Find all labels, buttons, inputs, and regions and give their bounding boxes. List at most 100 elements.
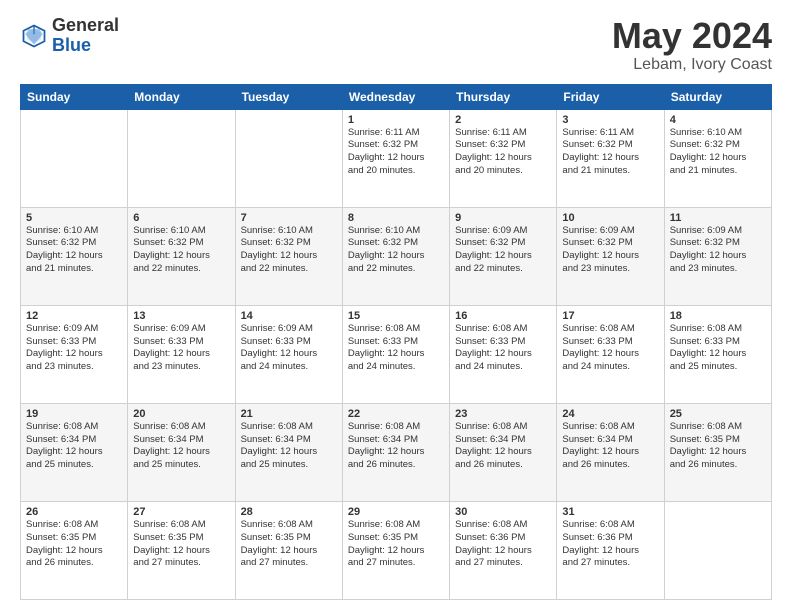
day-info: Sunrise: 6:09 AM Sunset: 6:32 PM Dayligh… bbox=[670, 225, 766, 276]
day-info: Sunrise: 6:08 AM Sunset: 6:35 PM Dayligh… bbox=[133, 519, 229, 570]
day-info: Sunrise: 6:08 AM Sunset: 6:33 PM Dayligh… bbox=[670, 323, 766, 374]
day-number: 7 bbox=[241, 212, 337, 224]
day-info: Sunrise: 6:09 AM Sunset: 6:33 PM Dayligh… bbox=[241, 323, 337, 374]
page-header: General Blue May 2024 Lebam, Ivory Coast bbox=[20, 16, 772, 74]
table-row: 31Sunrise: 6:08 AM Sunset: 6:36 PM Dayli… bbox=[557, 501, 664, 599]
day-number: 21 bbox=[241, 408, 337, 420]
day-number: 1 bbox=[348, 114, 444, 126]
table-row: 25Sunrise: 6:08 AM Sunset: 6:35 PM Dayli… bbox=[664, 403, 771, 501]
calendar-week-row: 1Sunrise: 6:11 AM Sunset: 6:32 PM Daylig… bbox=[21, 109, 772, 207]
table-row: 14Sunrise: 6:09 AM Sunset: 6:33 PM Dayli… bbox=[235, 305, 342, 403]
day-info: Sunrise: 6:08 AM Sunset: 6:34 PM Dayligh… bbox=[348, 421, 444, 472]
day-info: Sunrise: 6:11 AM Sunset: 6:32 PM Dayligh… bbox=[348, 127, 444, 178]
day-number: 22 bbox=[348, 408, 444, 420]
table-row: 29Sunrise: 6:08 AM Sunset: 6:35 PM Dayli… bbox=[342, 501, 449, 599]
calendar-header-row: Sunday Monday Tuesday Wednesday Thursday… bbox=[21, 84, 772, 109]
table-row: 22Sunrise: 6:08 AM Sunset: 6:34 PM Dayli… bbox=[342, 403, 449, 501]
day-number: 15 bbox=[348, 310, 444, 322]
day-info: Sunrise: 6:10 AM Sunset: 6:32 PM Dayligh… bbox=[241, 225, 337, 276]
day-number: 30 bbox=[455, 506, 551, 518]
table-row: 12Sunrise: 6:09 AM Sunset: 6:33 PM Dayli… bbox=[21, 305, 128, 403]
day-info: Sunrise: 6:08 AM Sunset: 6:35 PM Dayligh… bbox=[26, 519, 122, 570]
table-row: 23Sunrise: 6:08 AM Sunset: 6:34 PM Dayli… bbox=[450, 403, 557, 501]
col-sunday: Sunday bbox=[21, 84, 128, 109]
col-thursday: Thursday bbox=[450, 84, 557, 109]
logo-icon bbox=[20, 22, 48, 50]
table-row: 3Sunrise: 6:11 AM Sunset: 6:32 PM Daylig… bbox=[557, 109, 664, 207]
day-info: Sunrise: 6:08 AM Sunset: 6:34 PM Dayligh… bbox=[133, 421, 229, 472]
table-row: 7Sunrise: 6:10 AM Sunset: 6:32 PM Daylig… bbox=[235, 207, 342, 305]
logo-text: General Blue bbox=[52, 16, 119, 56]
table-row: 10Sunrise: 6:09 AM Sunset: 6:32 PM Dayli… bbox=[557, 207, 664, 305]
table-row: 30Sunrise: 6:08 AM Sunset: 6:36 PM Dayli… bbox=[450, 501, 557, 599]
day-number: 11 bbox=[670, 212, 766, 224]
col-saturday: Saturday bbox=[664, 84, 771, 109]
day-info: Sunrise: 6:09 AM Sunset: 6:33 PM Dayligh… bbox=[26, 323, 122, 374]
table-row: 4Sunrise: 6:10 AM Sunset: 6:32 PM Daylig… bbox=[664, 109, 771, 207]
month-title: May 2024 bbox=[612, 16, 772, 56]
table-row: 18Sunrise: 6:08 AM Sunset: 6:33 PM Dayli… bbox=[664, 305, 771, 403]
table-row: 21Sunrise: 6:08 AM Sunset: 6:34 PM Dayli… bbox=[235, 403, 342, 501]
table-row: 17Sunrise: 6:08 AM Sunset: 6:33 PM Dayli… bbox=[557, 305, 664, 403]
table-row: 26Sunrise: 6:08 AM Sunset: 6:35 PM Dayli… bbox=[21, 501, 128, 599]
table-row: 13Sunrise: 6:09 AM Sunset: 6:33 PM Dayli… bbox=[128, 305, 235, 403]
calendar-week-row: 26Sunrise: 6:08 AM Sunset: 6:35 PM Dayli… bbox=[21, 501, 772, 599]
table-row: 20Sunrise: 6:08 AM Sunset: 6:34 PM Dayli… bbox=[128, 403, 235, 501]
calendar-table: Sunday Monday Tuesday Wednesday Thursday… bbox=[20, 84, 772, 600]
col-friday: Friday bbox=[557, 84, 664, 109]
table-row bbox=[235, 109, 342, 207]
day-number: 29 bbox=[348, 506, 444, 518]
day-info: Sunrise: 6:11 AM Sunset: 6:32 PM Dayligh… bbox=[562, 127, 658, 178]
day-number: 8 bbox=[348, 212, 444, 224]
day-info: Sunrise: 6:08 AM Sunset: 6:36 PM Dayligh… bbox=[562, 519, 658, 570]
table-row: 1Sunrise: 6:11 AM Sunset: 6:32 PM Daylig… bbox=[342, 109, 449, 207]
day-number: 10 bbox=[562, 212, 658, 224]
table-row: 5Sunrise: 6:10 AM Sunset: 6:32 PM Daylig… bbox=[21, 207, 128, 305]
day-number: 13 bbox=[133, 310, 229, 322]
day-info: Sunrise: 6:08 AM Sunset: 6:34 PM Dayligh… bbox=[26, 421, 122, 472]
day-info: Sunrise: 6:08 AM Sunset: 6:34 PM Dayligh… bbox=[455, 421, 551, 472]
calendar-week-row: 12Sunrise: 6:09 AM Sunset: 6:33 PM Dayli… bbox=[21, 305, 772, 403]
day-number: 17 bbox=[562, 310, 658, 322]
table-row: 16Sunrise: 6:08 AM Sunset: 6:33 PM Dayli… bbox=[450, 305, 557, 403]
table-row: 2Sunrise: 6:11 AM Sunset: 6:32 PM Daylig… bbox=[450, 109, 557, 207]
day-info: Sunrise: 6:08 AM Sunset: 6:33 PM Dayligh… bbox=[348, 323, 444, 374]
calendar-week-row: 19Sunrise: 6:08 AM Sunset: 6:34 PM Dayli… bbox=[21, 403, 772, 501]
logo: General Blue bbox=[20, 16, 119, 56]
table-row: 19Sunrise: 6:08 AM Sunset: 6:34 PM Dayli… bbox=[21, 403, 128, 501]
table-row: 28Sunrise: 6:08 AM Sunset: 6:35 PM Dayli… bbox=[235, 501, 342, 599]
day-number: 20 bbox=[133, 408, 229, 420]
day-number: 9 bbox=[455, 212, 551, 224]
location: Lebam, Ivory Coast bbox=[612, 56, 772, 74]
day-info: Sunrise: 6:10 AM Sunset: 6:32 PM Dayligh… bbox=[670, 127, 766, 178]
table-row: 8Sunrise: 6:10 AM Sunset: 6:32 PM Daylig… bbox=[342, 207, 449, 305]
col-wednesday: Wednesday bbox=[342, 84, 449, 109]
table-row: 11Sunrise: 6:09 AM Sunset: 6:32 PM Dayli… bbox=[664, 207, 771, 305]
col-monday: Monday bbox=[128, 84, 235, 109]
table-row bbox=[21, 109, 128, 207]
day-number: 26 bbox=[26, 506, 122, 518]
table-row bbox=[128, 109, 235, 207]
day-info: Sunrise: 6:08 AM Sunset: 6:35 PM Dayligh… bbox=[670, 421, 766, 472]
day-number: 2 bbox=[455, 114, 551, 126]
day-info: Sunrise: 6:08 AM Sunset: 6:33 PM Dayligh… bbox=[455, 323, 551, 374]
day-info: Sunrise: 6:09 AM Sunset: 6:33 PM Dayligh… bbox=[133, 323, 229, 374]
day-info: Sunrise: 6:10 AM Sunset: 6:32 PM Dayligh… bbox=[26, 225, 122, 276]
day-number: 6 bbox=[133, 212, 229, 224]
day-info: Sunrise: 6:08 AM Sunset: 6:34 PM Dayligh… bbox=[241, 421, 337, 472]
day-info: Sunrise: 6:10 AM Sunset: 6:32 PM Dayligh… bbox=[348, 225, 444, 276]
calendar-week-row: 5Sunrise: 6:10 AM Sunset: 6:32 PM Daylig… bbox=[21, 207, 772, 305]
day-number: 16 bbox=[455, 310, 551, 322]
day-info: Sunrise: 6:08 AM Sunset: 6:34 PM Dayligh… bbox=[562, 421, 658, 472]
day-number: 31 bbox=[562, 506, 658, 518]
day-number: 24 bbox=[562, 408, 658, 420]
table-row: 6Sunrise: 6:10 AM Sunset: 6:32 PM Daylig… bbox=[128, 207, 235, 305]
day-number: 4 bbox=[670, 114, 766, 126]
day-number: 14 bbox=[241, 310, 337, 322]
day-info: Sunrise: 6:08 AM Sunset: 6:35 PM Dayligh… bbox=[348, 519, 444, 570]
table-row bbox=[664, 501, 771, 599]
day-info: Sunrise: 6:08 AM Sunset: 6:35 PM Dayligh… bbox=[241, 519, 337, 570]
day-info: Sunrise: 6:11 AM Sunset: 6:32 PM Dayligh… bbox=[455, 127, 551, 178]
day-number: 28 bbox=[241, 506, 337, 518]
day-info: Sunrise: 6:08 AM Sunset: 6:33 PM Dayligh… bbox=[562, 323, 658, 374]
